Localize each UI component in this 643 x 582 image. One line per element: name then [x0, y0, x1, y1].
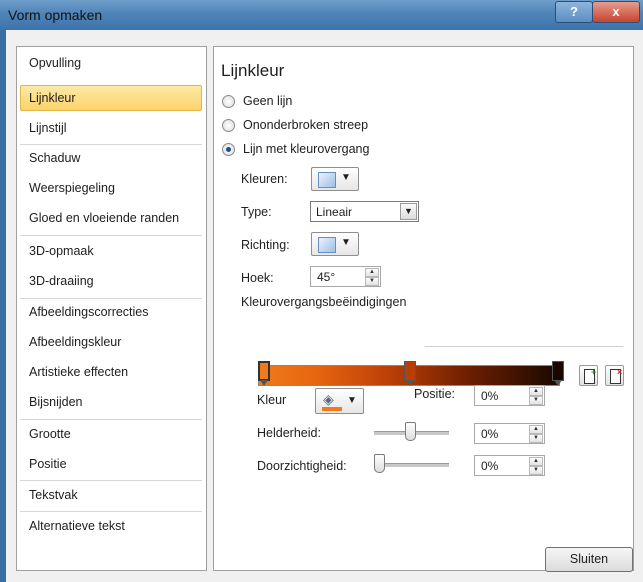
chevron-down-icon: ▼	[347, 395, 357, 406]
chevron-down-icon: ▼	[341, 237, 351, 248]
nav-item-artistieke-effecten[interactable]: Artistieke effecten	[20, 359, 202, 385]
title-bar: Vorm opmaken ? x	[0, 0, 643, 30]
nav-item-tekstvak[interactable]: Tekstvak	[20, 482, 202, 508]
dialog-client: Opvulling Lijnkleur Lijnstijl Schaduw We…	[6, 30, 643, 582]
angle-value[interactable]: 45°	[317, 270, 335, 284]
nav-item-lijnkleur[interactable]: Lijnkleur	[20, 85, 202, 111]
nav-item-gloed[interactable]: Gloed en vloeiende randen	[20, 205, 202, 231]
radio-solid-line-label[interactable]: Ononderbroken streep	[243, 118, 368, 132]
spin-up-icon[interactable]: ▲	[365, 268, 379, 277]
gradient-stop-3[interactable]	[552, 361, 564, 387]
spin-up-icon[interactable]: ▲	[529, 425, 543, 434]
radio-solid-line[interactable]	[222, 119, 235, 132]
remove-stop-button[interactable]: ×	[605, 365, 624, 386]
gradient-stop-2[interactable]	[404, 361, 416, 387]
help-button[interactable]: ?	[555, 1, 593, 23]
angle-spinner[interactable]: 45° ▲ ▼	[310, 266, 381, 287]
nav-item-3d-opmaak[interactable]: 3D-opmaak	[20, 238, 202, 264]
spin-down-icon[interactable]: ▼	[529, 396, 543, 405]
paint-bucket-icon: ◈	[323, 391, 334, 407]
direction-button[interactable]: ▼	[311, 232, 359, 256]
colors-label: Kleuren:	[241, 172, 288, 186]
radio-no-line-label[interactable]: Geen lijn	[243, 94, 292, 108]
gradient-stop-1[interactable]	[258, 361, 270, 387]
transparency-thumb[interactable]	[374, 454, 385, 473]
transparency-spinner[interactable]: 0% ▲ ▼	[474, 455, 545, 476]
nav-separator	[20, 511, 202, 512]
window-frame: Opvulling Lijnkleur Lijnstijl Schaduw We…	[0, 30, 643, 582]
nav-item-bijsnijden[interactable]: Bijsnijden	[20, 389, 202, 415]
type-select[interactable]: Lineair ▼	[310, 201, 419, 222]
close-window-button[interactable]: x	[592, 1, 640, 23]
transparency-value[interactable]: 0%	[481, 459, 498, 473]
brightness-thumb[interactable]	[405, 422, 416, 441]
brightness-label: Helderheid:	[257, 426, 321, 440]
preset-swatch-icon	[318, 172, 336, 188]
radio-gradient-line[interactable]	[222, 143, 235, 156]
brightness-value[interactable]: 0%	[481, 427, 498, 441]
radio-gradient-line-label[interactable]: Lijn met kleurovergang	[243, 142, 369, 156]
direction-swatch-icon	[318, 237, 336, 253]
nav-item-grootte[interactable]: Grootte	[20, 421, 202, 447]
nav-item-3d-draaiing[interactable]: 3D-draaiing	[20, 268, 202, 294]
nav-item-opvulling[interactable]: Opvulling	[20, 50, 202, 76]
chevron-down-icon[interactable]: ▼	[400, 203, 417, 220]
line-color-panel: Lijnkleur Geen lijn Ononderbroken streep…	[213, 46, 634, 571]
position-value[interactable]: 0%	[481, 389, 498, 403]
nav-separator	[20, 419, 202, 420]
position-spinner[interactable]: 0% ▲ ▼	[474, 385, 545, 406]
preset-colors-button[interactable]: ▼	[311, 167, 359, 191]
category-list: Opvulling Lijnkleur Lijnstijl Schaduw We…	[16, 46, 207, 571]
nav-item-alternatieve-tekst[interactable]: Alternatieve tekst	[20, 513, 202, 539]
nav-item-positie[interactable]: Positie	[20, 451, 202, 477]
transparency-slider[interactable]	[374, 463, 449, 467]
nav-item-afbeeldingscorrecties[interactable]: Afbeeldingscorrecties	[20, 299, 202, 325]
nav-separator	[20, 480, 202, 481]
add-stop-button[interactable]: +	[579, 365, 598, 386]
brightness-spinner[interactable]: 0% ▲ ▼	[474, 423, 545, 444]
spin-up-icon[interactable]: ▲	[529, 387, 543, 396]
position-label: Positie:	[414, 387, 455, 401]
format-shape-dialog: Vorm opmaken ? x Opvulling Lijnkleur Lij…	[0, 0, 643, 582]
spin-up-icon[interactable]: ▲	[529, 457, 543, 466]
transparency-label: Doorzichtigheid:	[257, 459, 347, 473]
chevron-down-icon: ▼	[341, 172, 351, 183]
gradient-stops-label: Kleurovergangsbeëindigingen	[241, 295, 407, 309]
direction-label: Richting:	[241, 238, 290, 252]
type-value: Lineair	[316, 205, 353, 219]
angle-label: Hoek:	[241, 271, 274, 285]
stop-color-button[interactable]: ◈ ▼	[315, 388, 364, 414]
spin-down-icon[interactable]: ▼	[529, 466, 543, 475]
current-color-bar	[322, 407, 342, 411]
nav-item-schaduw[interactable]: Schaduw	[20, 145, 202, 171]
spin-down-icon[interactable]: ▼	[365, 277, 379, 286]
panel-title: Lijnkleur	[221, 61, 285, 80]
nav-item-weerspiegeling[interactable]: Weerspiegeling	[20, 175, 202, 201]
type-label: Type:	[241, 205, 272, 219]
window-title: Vorm opmaken	[8, 7, 103, 23]
radio-no-line[interactable]	[222, 95, 235, 108]
group-divider	[425, 346, 623, 347]
close-button[interactable]: Sluiten	[545, 547, 633, 572]
nav-item-lijnstijl[interactable]: Lijnstijl	[20, 115, 202, 141]
spin-down-icon[interactable]: ▼	[529, 434, 543, 443]
color-label: Kleur	[257, 393, 287, 407]
nav-separator	[20, 235, 202, 236]
nav-item-afbeeldingskleur[interactable]: Afbeeldingskleur	[20, 329, 202, 355]
